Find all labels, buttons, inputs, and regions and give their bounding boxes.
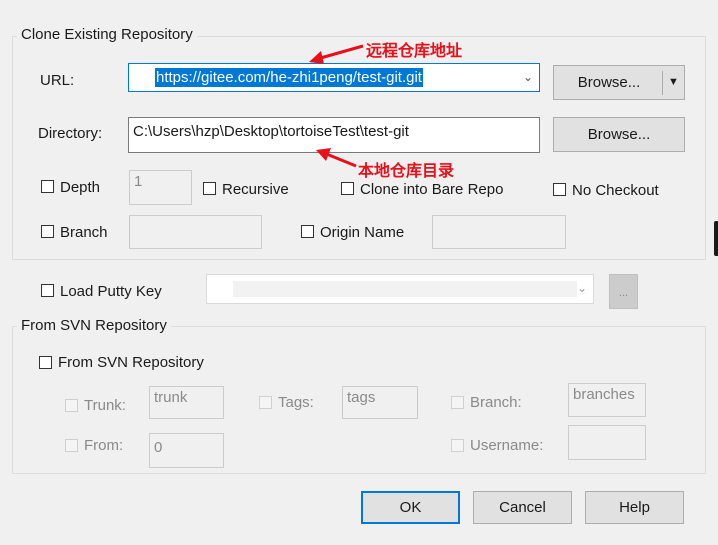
depth-checkbox[interactable] [41, 180, 54, 193]
trunk-input[interactable]: trunk [149, 386, 224, 419]
url-browse-label: Browse... [577, 74, 641, 91]
recursive-checkbox[interactable] [203, 182, 216, 195]
clone-bare-checkbox[interactable] [341, 182, 354, 195]
putty-label: Load Putty Key [60, 283, 162, 300]
remote-arrow-icon [309, 44, 364, 64]
branch-input[interactable] [129, 215, 262, 249]
from-checkbox[interactable] [65, 439, 78, 452]
svn-group-title: From SVN Repository [17, 317, 171, 334]
origin-name-checkbox[interactable] [301, 225, 314, 238]
trunk-checkbox[interactable] [65, 399, 78, 412]
username-input[interactable] [568, 425, 646, 460]
svn-branch-checkbox[interactable] [451, 396, 464, 409]
from-input[interactable]: 0 [149, 433, 224, 468]
trunk-label: Trunk: [84, 397, 126, 414]
chevron-down-icon[interactable]: ⌄ [577, 277, 587, 299]
svn-checkbox-label: From SVN Repository [58, 354, 204, 371]
putty-checkbox[interactable] [41, 284, 54, 297]
caret-down-icon[interactable]: ▼ [668, 66, 679, 99]
username-label: Username: [470, 437, 544, 454]
url-value: https://gitee.com/he-zhi1peng/test-git.g… [155, 68, 423, 87]
clone-bare-label: Clone into Bare Repo [360, 181, 504, 198]
ok-button[interactable]: OK [361, 491, 460, 524]
dropdown-separator [662, 71, 663, 95]
local-annotation: 本地仓库目录 [358, 161, 455, 180]
depth-label: Depth [60, 179, 101, 196]
directory-browse-button[interactable]: Browse... [553, 117, 685, 152]
cancel-button[interactable]: Cancel [473, 491, 572, 524]
tags-input[interactable]: tags [342, 386, 418, 419]
svn-branch-input[interactable]: branches [568, 383, 646, 417]
origin-name-label: Origin Name [320, 224, 405, 241]
putty-key-combobox[interactable]: ⌄ [206, 274, 594, 304]
window-edge [714, 221, 718, 256]
chevron-down-icon[interactable]: ⌄ [523, 64, 533, 91]
tags-checkbox[interactable] [259, 396, 272, 409]
putty-browse-button[interactable]: ... [609, 274, 638, 309]
svn-branch-label: Branch: [470, 394, 522, 411]
directory-label: Directory: [38, 125, 103, 142]
help-button[interactable]: Help [585, 491, 684, 524]
no-checkout-label: No Checkout [572, 182, 659, 199]
no-checkout-checkbox[interactable] [553, 183, 566, 196]
url-label: URL: [40, 72, 75, 89]
url-browse-button[interactable]: Browse... ▼ [553, 65, 685, 100]
url-combobox[interactable]: https://gitee.com/he-zhi1peng/test-git.g… [128, 63, 540, 92]
depth-input[interactable]: 1 [129, 170, 192, 205]
tags-label: Tags: [278, 394, 314, 411]
svn-checkbox[interactable] [39, 356, 52, 369]
branch-checkbox[interactable] [41, 225, 54, 238]
clone-group-title: Clone Existing Repository [17, 26, 197, 43]
branch-label: Branch [60, 224, 108, 241]
from-label: From: [84, 437, 124, 454]
username-checkbox[interactable] [451, 439, 464, 452]
origin-name-input[interactable] [432, 215, 566, 249]
recursive-label: Recursive [222, 181, 289, 198]
local-arrow-icon [316, 148, 357, 168]
remote-annotation: 远程仓库地址 [366, 41, 463, 60]
putty-key-field [233, 281, 577, 297]
